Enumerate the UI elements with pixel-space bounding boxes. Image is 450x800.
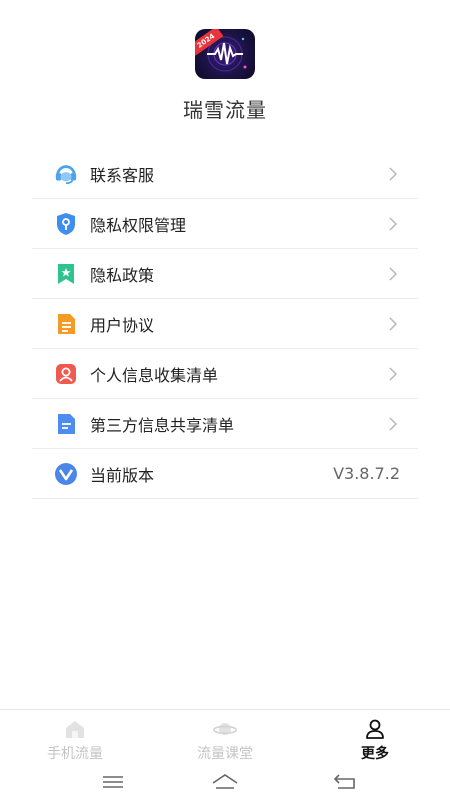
chevron-right-icon — [389, 267, 398, 281]
menu-item-personal-info-list[interactable]: 个人信息收集清单 — [32, 349, 418, 399]
settings-menu: 联系客服 隐私权限管理 隐私政策 用户协议 个人信息收集清单 第三方信息共享清单… — [32, 149, 418, 499]
app-name: 瑞雪流量 — [183, 98, 267, 122]
person-icon — [54, 362, 78, 386]
tab-label: 更多 — [361, 746, 389, 762]
header: 2024 瑞雪流量 — [0, 0, 450, 150]
tab-more[interactable]: 更多 — [300, 710, 450, 765]
menu-item-user-agreement[interactable]: 用户协议 — [32, 299, 418, 349]
menu-item-label: 当前版本 — [90, 465, 155, 485]
menu-item-current-version[interactable]: 当前版本 V3.8.7.2 — [32, 449, 418, 499]
policy-bookmark-icon — [54, 262, 78, 286]
tab-label: 手机流量 — [47, 746, 103, 762]
bottom-tab-bar: 手机流量 流量课堂 更多 — [0, 709, 450, 765]
customer-service-headset-icon — [54, 162, 78, 186]
tab-label: 流量课堂 — [197, 746, 253, 762]
menu-item-label: 用户协议 — [90, 315, 155, 335]
privacy-shield-icon — [54, 212, 78, 236]
back-icon[interactable] — [330, 771, 360, 793]
menu-icon[interactable] — [98, 771, 128, 793]
document-icon — [54, 312, 78, 336]
menu-item-label: 隐私权限管理 — [90, 215, 187, 235]
menu-item-privacy-permissions[interactable]: 隐私权限管理 — [32, 199, 418, 249]
chevron-right-icon — [389, 417, 398, 431]
share-file-icon — [54, 412, 78, 436]
chevron-right-icon — [389, 217, 398, 231]
chevron-right-icon — [389, 367, 398, 381]
home-icon[interactable] — [210, 771, 240, 793]
menu-item-customer-service[interactable]: 联系客服 — [32, 149, 418, 199]
user-icon — [366, 719, 384, 739]
menu-item-third-party-sharing[interactable]: 第三方信息共享清单 — [32, 399, 418, 449]
app-logo: 2024 — [195, 29, 255, 79]
house-icon — [66, 721, 84, 738]
chevron-right-icon — [389, 317, 398, 331]
menu-item-label: 隐私政策 — [90, 265, 155, 285]
menu-item-label: 个人信息收集清单 — [90, 365, 219, 385]
version-v-icon — [54, 462, 78, 486]
tab-phone-data[interactable]: 手机流量 — [0, 710, 150, 765]
version-number: V3.8.7.2 — [333, 464, 400, 483]
planet-icon — [213, 723, 237, 735]
chevron-right-icon — [389, 167, 398, 181]
menu-item-label: 第三方信息共享清单 — [90, 415, 235, 435]
menu-item-privacy-policy[interactable]: 隐私政策 — [32, 249, 418, 299]
menu-item-label: 联系客服 — [90, 165, 155, 185]
system-navigation-bar — [0, 765, 450, 800]
tab-data-class[interactable]: 流量课堂 — [150, 710, 300, 765]
